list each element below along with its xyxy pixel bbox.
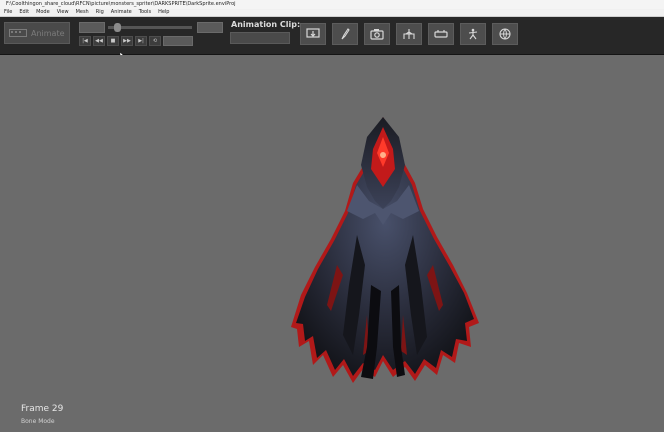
- animate-button[interactable]: Animate: [4, 22, 70, 44]
- viewport-canvas[interactable]: Frame 29 Bone Mode: [0, 55, 664, 432]
- transport-controls: |◀ ◀◀ ■ ▶▶ ▶| ⟲: [79, 36, 161, 46]
- pose-icon: [468, 28, 478, 40]
- menu-help[interactable]: Help: [158, 9, 169, 16]
- frame-counter: Frame 29: [21, 404, 64, 414]
- animation-clip-dropdown[interactable]: [230, 32, 290, 44]
- mode-indicator: Bone Mode: [21, 418, 55, 425]
- timeline-slider[interactable]: [108, 23, 192, 32]
- rig-icon: [403, 29, 415, 39]
- window-title: F:\Coolthingon_share_cloud\RFCN\picture\…: [0, 0, 664, 9]
- menu-rig[interactable]: Rig: [96, 9, 104, 16]
- menu-mode[interactable]: Mode: [36, 9, 50, 16]
- frame-field-right[interactable]: [197, 22, 223, 33]
- animate-label: Animate: [31, 28, 65, 38]
- menu-mesh[interactable]: Mesh: [76, 9, 89, 16]
- film-icon: [9, 29, 27, 37]
- globe-icon: [499, 28, 511, 40]
- menu-tools[interactable]: Tools: [139, 9, 151, 16]
- last-frame-button[interactable]: ▶|: [135, 36, 147, 46]
- menu-animate[interactable]: Animate: [111, 9, 132, 16]
- next-frame-button[interactable]: ▶▶: [121, 36, 133, 46]
- import-icon: [306, 28, 320, 38]
- brush-button[interactable]: [332, 23, 358, 45]
- brush-icon: [341, 28, 350, 40]
- stop-button[interactable]: ■: [107, 36, 119, 46]
- pose-button[interactable]: [460, 23, 486, 45]
- rig-button[interactable]: [396, 23, 422, 45]
- menu-file[interactable]: File: [4, 9, 12, 16]
- animation-clip-label: Animation Clip:: [231, 20, 301, 29]
- first-frame-button[interactable]: |◀: [79, 36, 91, 46]
- screenshot-button[interactable]: [364, 23, 390, 45]
- menu-edit[interactable]: Edit: [19, 9, 29, 16]
- loop-button[interactable]: ⟲: [149, 36, 161, 46]
- link-button[interactable]: [428, 23, 454, 45]
- global-settings-button[interactable]: [492, 23, 518, 45]
- menu-view[interactable]: View: [57, 9, 69, 16]
- link-icon: [434, 30, 448, 38]
- camera-icon: [370, 29, 384, 40]
- speed-field[interactable]: [163, 36, 193, 46]
- dark-sprite-character: [291, 117, 479, 383]
- menu-bar: File Edit Mode View Mesh Rig Animate Too…: [0, 9, 664, 17]
- timeline-slider-knob[interactable]: [114, 23, 122, 32]
- frame-field-left[interactable]: [79, 22, 105, 33]
- toolbar: Animate |◀ ◀◀ ■ ▶▶ ▶| ⟲ Animation Clip:: [0, 17, 664, 55]
- import-button[interactable]: [300, 23, 326, 45]
- prev-frame-button[interactable]: ◀◀: [93, 36, 105, 46]
